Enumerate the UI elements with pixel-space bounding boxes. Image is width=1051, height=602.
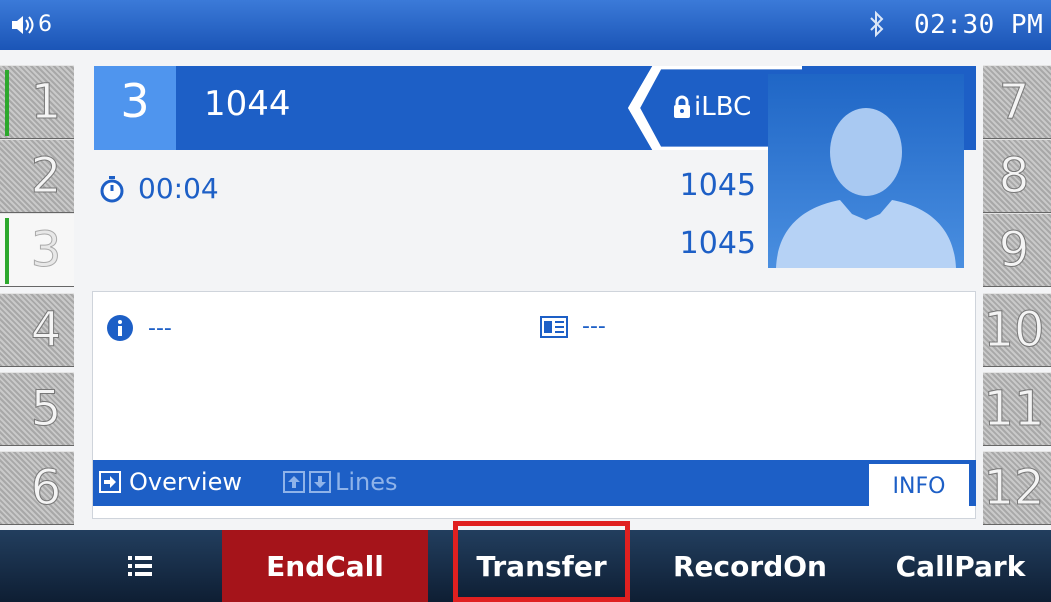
line-key-9[interactable]: 9 bbox=[983, 213, 1051, 287]
line-key-4[interactable]: 4 bbox=[0, 293, 74, 367]
line-key-1[interactable]: 1 bbox=[0, 65, 74, 139]
lock-icon bbox=[674, 95, 690, 118]
clock: 02:30 PM bbox=[914, 10, 1044, 40]
overview-nav[interactable]: Overview bbox=[99, 468, 242, 496]
arrow-up-icon bbox=[283, 471, 305, 493]
line-key-12[interactable]: 12 bbox=[983, 451, 1051, 525]
recordon-button[interactable]: RecordOn bbox=[655, 530, 845, 602]
call-number: 1044 bbox=[204, 84, 291, 124]
speaker-icon bbox=[12, 15, 34, 34]
line-key-label: 3 bbox=[30, 222, 62, 279]
line-key-label: 9 bbox=[998, 222, 1030, 279]
line-key-2[interactable]: 2 bbox=[0, 139, 74, 213]
remote-number: 1045 bbox=[679, 168, 756, 203]
line-key-label: 8 bbox=[998, 148, 1030, 205]
info-value-1: --- bbox=[148, 315, 172, 341]
info-value-2: --- bbox=[582, 314, 606, 339]
info-field-1: --- bbox=[106, 314, 172, 342]
lines-nav[interactable]: Lines bbox=[283, 468, 398, 496]
line-key-6[interactable]: 6 bbox=[0, 451, 74, 525]
info-field-2: --- bbox=[540, 314, 606, 339]
line-key-label: 12 bbox=[983, 460, 1045, 517]
avatar bbox=[768, 74, 964, 268]
callpark-button[interactable]: CallPark bbox=[870, 530, 1051, 602]
line-key-label: 7 bbox=[998, 74, 1030, 131]
info-icon bbox=[107, 315, 133, 341]
line-key-8[interactable]: 8 bbox=[983, 139, 1051, 213]
call-duration: 00:04 bbox=[138, 172, 219, 205]
line-key-label: 10 bbox=[983, 302, 1045, 359]
arrow-right-icon bbox=[99, 471, 121, 493]
line-number: 3 bbox=[94, 66, 176, 150]
line-indicator bbox=[5, 70, 9, 136]
codec-label: iLBC bbox=[694, 92, 752, 122]
codec-text: iLBC bbox=[672, 92, 751, 122]
line-key-7[interactable]: 7 bbox=[983, 65, 1051, 139]
transfer-highlight-box bbox=[453, 521, 630, 602]
line-key-label: 1 bbox=[30, 74, 62, 131]
line-key-10[interactable]: 10 bbox=[983, 293, 1051, 367]
status-bar: 6 02:30 PM bbox=[0, 0, 1051, 50]
endcall-button[interactable]: EndCall bbox=[222, 530, 428, 602]
menu-softkey[interactable] bbox=[80, 530, 200, 602]
stopwatch-icon bbox=[100, 175, 124, 202]
line-key-5[interactable]: 5 bbox=[0, 372, 74, 446]
arrow-down-icon bbox=[309, 471, 331, 493]
lines-label: Lines bbox=[335, 468, 398, 496]
line-key-11[interactable]: 11 bbox=[983, 372, 1051, 446]
line-key-3[interactable]: 3 bbox=[0, 213, 74, 287]
line-indicator bbox=[5, 218, 9, 284]
navigation-bar: Overview Lines INFO bbox=[93, 460, 976, 506]
volume-level: 6 bbox=[38, 12, 52, 37]
bluetooth-icon bbox=[868, 10, 886, 44]
line-key-label: 2 bbox=[30, 148, 62, 205]
volume-indicator: 6 bbox=[10, 12, 52, 37]
overview-label: Overview bbox=[129, 468, 242, 496]
line-key-label: 5 bbox=[30, 381, 62, 438]
line-key-label: 6 bbox=[30, 460, 62, 517]
line-key-label: 11 bbox=[983, 381, 1045, 438]
contact-silhouette-icon bbox=[776, 108, 956, 268]
info-tab[interactable]: INFO bbox=[869, 464, 969, 506]
menu-icon bbox=[128, 556, 152, 576]
remote-name: 1045 bbox=[679, 226, 756, 261]
line-key-label: 4 bbox=[30, 302, 62, 359]
contact-card-icon bbox=[540, 315, 568, 338]
call-timer: 00:04 bbox=[100, 172, 219, 205]
